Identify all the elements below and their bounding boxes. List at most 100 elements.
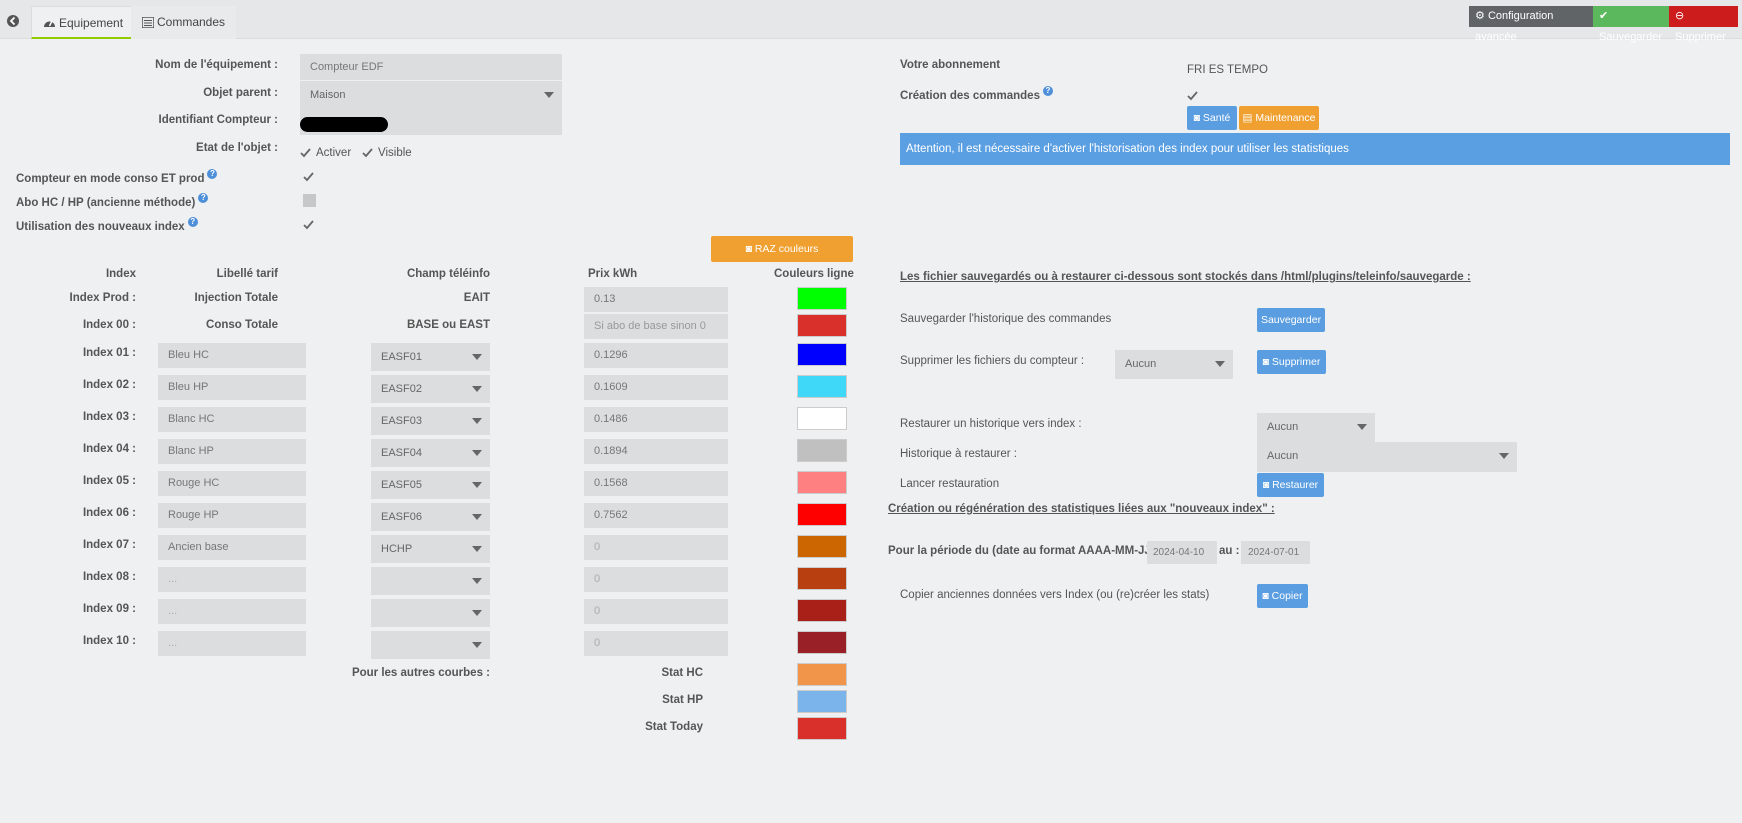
nom-input[interactable]: Compteur EDF (300, 54, 562, 80)
champ-select[interactable]: EASF05 (371, 471, 490, 499)
libelle-input[interactable]: Blanc HP (158, 439, 306, 464)
prix-input[interactable]: 0.1486 (584, 407, 728, 432)
libelle-input[interactable]: ... (158, 631, 306, 656)
delete-label: Supprimer (1675, 31, 1726, 43)
prix-input[interactable]: 0 (584, 631, 728, 656)
color-swatch[interactable] (797, 631, 847, 654)
color-swatch[interactable] (797, 343, 847, 366)
prix-input[interactable]: 0.1568 (584, 471, 728, 496)
abonnement-label: Votre abonnement (900, 59, 1001, 71)
champ-select[interactable]: EASF01 (371, 343, 490, 371)
libelle-input[interactable]: Rouge HP (158, 503, 306, 528)
question-circle-icon: ? (187, 217, 198, 227)
libelle-input[interactable]: Ancien base (158, 535, 306, 560)
sante-button[interactable]: ◙ Santé (1187, 106, 1237, 130)
prix-input[interactable]: 0 (584, 535, 728, 560)
color-swatch[interactable] (797, 599, 847, 622)
tab-equipement-label: Equipement (59, 16, 124, 30)
header-index: Index (105, 268, 136, 280)
identifiant-label: Identifiant Compteur : (158, 114, 278, 126)
champ-select[interactable] (371, 567, 490, 595)
restaurer-historique-label: Restaurer un historique vers index : (900, 418, 1082, 430)
conso-prod-checkbox[interactable] (302, 170, 315, 183)
question-circle-icon: ? (207, 169, 218, 179)
activer-checkbox[interactable] (299, 146, 312, 159)
historique-restaurer-value: Aucun (1267, 450, 1299, 462)
index-label: Index 06 : (82, 507, 136, 519)
supprimer-button[interactable]: ◙ Supprimer (1257, 350, 1326, 374)
activer-label: Activer (316, 147, 352, 159)
prix-input[interactable]: 0.1609 (584, 375, 728, 400)
objet-parent-select[interactable]: Maison (300, 81, 562, 109)
sauvegarder-button[interactable]: Sauvegarder (1257, 308, 1325, 332)
objet-parent-label: Objet parent : (203, 87, 278, 99)
chevron-down-icon (472, 610, 482, 616)
champ-select[interactable]: EASF04 (371, 439, 490, 467)
back-arrow-icon[interactable] (4, 12, 22, 30)
tab-equipement[interactable]: Equipement (31, 6, 136, 39)
champ-select[interactable]: EASF03 (371, 407, 490, 435)
libelle-input[interactable]: ... (158, 567, 306, 592)
copier-button[interactable]: ◙ Copier (1257, 584, 1308, 608)
prix-input[interactable]: 0.13 (584, 287, 728, 312)
color-swatch[interactable] (797, 535, 847, 558)
champ-select[interactable]: EASF06 (371, 503, 490, 531)
save-button[interactable]: ✔ Sauvegarder (1593, 6, 1669, 43)
identifiant-input[interactable] (300, 109, 562, 135)
libelle-input[interactable]: Blanc HC (158, 407, 306, 432)
champ-select[interactable] (371, 631, 490, 659)
prix-input[interactable]: 0.7562 (584, 503, 728, 528)
maintenance-button[interactable]: ▤ Maintenance (1239, 106, 1319, 130)
color-swatch[interactable] (797, 314, 847, 337)
color-swatch[interactable] (797, 439, 847, 462)
color-swatch[interactable] (797, 503, 847, 526)
prix-input[interactable]: 0.1894 (584, 439, 728, 464)
list-icon (141, 16, 155, 29)
supprimer-fichiers-select[interactable]: Aucun (1115, 350, 1233, 379)
champ-select[interactable]: EASF02 (371, 375, 490, 403)
prix-input[interactable]: Si abo de base sinon 0 (584, 314, 728, 339)
objet-parent-value: Maison (310, 89, 346, 101)
redaction-mark (300, 117, 388, 132)
delete-button[interactable]: ⊖ Supprimer (1669, 6, 1738, 43)
restaurer-index-value: Aucun (1267, 421, 1299, 433)
prix-input[interactable]: 0 (584, 567, 728, 592)
top-bar: Equipement Commandes ⚙ Configuration ava… (0, 0, 1742, 43)
restaurer-button[interactable]: ◙ Restaurer (1257, 473, 1324, 497)
color-swatch[interactable] (797, 287, 847, 310)
chevron-down-icon (472, 482, 482, 488)
stat-color-swatch[interactable] (797, 690, 847, 713)
raz-couleurs-button[interactable]: ◙ RAZ couleurs (711, 236, 853, 262)
stat-color-swatch[interactable] (797, 717, 847, 740)
libelle-input[interactable]: Rouge HC (158, 471, 306, 496)
color-swatch[interactable] (797, 567, 847, 590)
visible-checkbox[interactable] (361, 146, 374, 159)
autres-courbes-label: Pour les autres courbes : (351, 667, 490, 679)
tab-commandes[interactable]: Commandes (131, 6, 237, 39)
champ-select[interactable]: HCHP (371, 535, 490, 563)
prix-input[interactable]: 0 (584, 599, 728, 624)
restaurer-index-select[interactable]: Aucun (1257, 413, 1375, 442)
date-from-input[interactable]: 2024-04-10 (1147, 541, 1217, 564)
abo-hchp-checkbox[interactable] (303, 194, 316, 207)
champ-value: HCHP (381, 543, 413, 555)
color-swatch[interactable] (797, 471, 847, 494)
maintenance-label: Maintenance (1255, 112, 1316, 124)
color-swatch[interactable] (797, 407, 847, 430)
libelle-input[interactable]: ... (158, 599, 306, 624)
configuration-avancee-button[interactable]: ⚙ Configuration avancée (1469, 6, 1593, 43)
color-swatch[interactable] (797, 375, 847, 398)
libelle-input[interactable]: Bleu HC (158, 343, 306, 368)
gears-icon: ⚙ (1475, 10, 1485, 22)
libelle-input[interactable]: Bleu HP (158, 375, 306, 400)
historique-restaurer-select[interactable]: Aucun (1257, 442, 1517, 472)
camera-icon: ◙ (1262, 479, 1270, 491)
prix-input[interactable]: 0.1296 (584, 343, 728, 368)
historisation-alert: Attention, il est nécessaire d'activer l… (900, 133, 1730, 165)
champ-select[interactable] (371, 599, 490, 627)
stat-color-swatch[interactable] (797, 663, 847, 686)
nouveaux-index-checkbox[interactable] (302, 218, 315, 231)
date-to-input[interactable]: 2024-07-01 (1241, 541, 1310, 564)
creation-commandes-checkbox[interactable] (1186, 89, 1199, 102)
index-label: Index 03 : (82, 411, 136, 423)
